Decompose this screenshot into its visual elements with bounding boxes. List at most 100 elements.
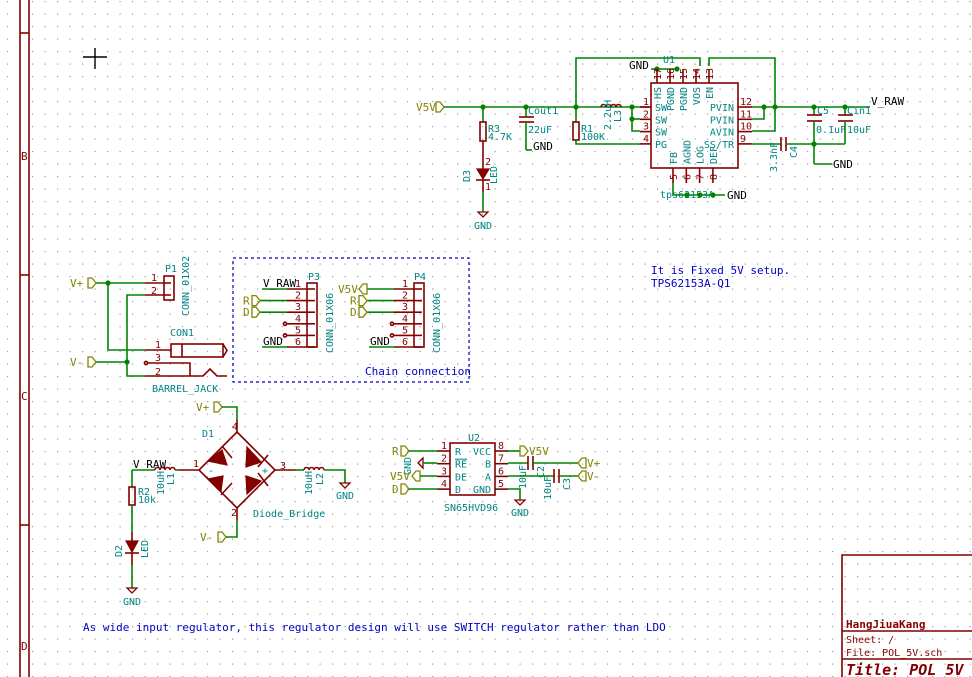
svg-text:2: 2 xyxy=(155,367,161,378)
svg-text:Cin1: Cin1 xyxy=(847,106,871,117)
svg-text:3: 3 xyxy=(155,353,161,364)
svg-text:Chain connection: Chain connection xyxy=(365,365,471,378)
pin-number: 14 xyxy=(692,68,703,80)
pin-number: 1 xyxy=(643,97,649,108)
pin-number: 9 xyxy=(740,134,746,145)
svg-text:V-: V- xyxy=(70,356,83,369)
svg-text:V-: V- xyxy=(587,470,600,483)
svg-text:D: D xyxy=(392,483,399,496)
svg-text:P4: P4 xyxy=(414,272,426,283)
note-part-number: TPS62153A-Q1 xyxy=(651,277,730,290)
pin-number: 4 xyxy=(643,134,649,145)
svg-text:D2: D2 xyxy=(114,545,125,557)
pin-name: PVIN xyxy=(710,103,734,114)
svg-text:1: 1 xyxy=(485,182,491,193)
svg-text:1: 1 xyxy=(151,273,157,284)
pin-name: D xyxy=(455,485,461,496)
svg-text:1: 1 xyxy=(193,459,199,470)
pin-number: 7 xyxy=(696,174,707,180)
pin-number: 1 xyxy=(402,279,408,290)
pin-name: HS xyxy=(653,87,664,99)
pin-name: A xyxy=(485,472,491,483)
svg-text:GND: GND xyxy=(727,189,747,202)
note-wide-input: As wide input regulator, this regulator … xyxy=(83,621,666,634)
svg-text:C3: C3 xyxy=(562,478,573,490)
svg-text:R: R xyxy=(392,445,399,458)
svg-text:2: 2 xyxy=(231,508,237,519)
global-label: D xyxy=(350,306,357,319)
svg-text:3.3nF: 3.3nF xyxy=(769,142,780,172)
svg-text:-: - xyxy=(208,466,214,477)
svg-text:D1: D1 xyxy=(202,429,214,440)
title-block-file: File: POL_5V.sch xyxy=(846,648,942,659)
pin-name: SW xyxy=(655,115,668,126)
pin-number: 4 xyxy=(441,479,447,490)
svg-text:D3: D3 xyxy=(462,170,473,182)
net-label-gnd-c5: GND xyxy=(833,158,853,171)
svg-text:V5V: V5V xyxy=(416,101,436,114)
pin-number: 8 xyxy=(709,174,720,180)
pin-name: GND xyxy=(473,485,491,496)
svg-text:SN65HVD96: SN65HVD96 xyxy=(444,503,498,514)
svg-text:10uF: 10uF xyxy=(518,465,529,489)
pin-number: 15 xyxy=(679,68,690,80)
svg-text:GND: GND xyxy=(533,140,553,153)
schematic-canvas[interactable]: B C D V5V R3 4.7K D3 LED 2 1 GND Cout1 2… xyxy=(0,0,972,677)
svg-text:CON1: CON1 xyxy=(170,328,194,339)
note-fixed-setup: It is Fixed 5V setup. xyxy=(651,264,790,277)
svg-text:4: 4 xyxy=(232,422,238,433)
title-block-sheet: Sheet: / xyxy=(846,635,894,646)
svg-text:V5V: V5V xyxy=(529,445,549,458)
pin-number: 7 xyxy=(498,454,504,465)
title-block-title: Title: POL_5V xyxy=(846,661,964,677)
pin-name: PVIN xyxy=(710,115,734,126)
pin-number: 5 xyxy=(402,325,408,336)
pin-number: 3 xyxy=(295,302,301,313)
pin-number: 2 xyxy=(402,291,408,302)
svg-text:L3: L3 xyxy=(613,110,624,122)
pin-number: 2 xyxy=(295,291,301,302)
svg-text:C4: C4 xyxy=(789,146,800,158)
svg-text:4.7K: 4.7K xyxy=(488,132,512,143)
svg-text:CONN_01X06: CONN_01X06 xyxy=(432,293,443,353)
svg-text:2: 2 xyxy=(151,286,157,297)
svg-text:P3: P3 xyxy=(308,272,320,283)
svg-text:3: 3 xyxy=(280,461,286,472)
pin-number: 4 xyxy=(402,314,408,325)
pin-number: 6 xyxy=(498,466,504,477)
pin-number: 13 xyxy=(705,68,716,80)
u1-pin-15[interactable]: 15 PGND xyxy=(679,68,690,111)
u1-pin-8[interactable]: 8 DEF xyxy=(709,146,720,183)
net-label-v-raw-out: V_RAW xyxy=(871,95,904,108)
svg-text:CONN_01X02: CONN_01X02 xyxy=(181,256,192,316)
svg-text:2: 2 xyxy=(485,157,491,168)
svg-text:V-: V- xyxy=(200,531,213,544)
svg-text:0.1uF: 0.1uF xyxy=(816,125,846,136)
pin-number: 3 xyxy=(441,466,447,477)
svg-text:V+: V+ xyxy=(587,457,601,470)
pin-name: PGND xyxy=(679,87,690,111)
pin-name: AGND xyxy=(682,140,693,164)
net-label-v-raw-bridge: V_RAW xyxy=(133,458,166,471)
svg-text:U1: U1 xyxy=(663,55,675,66)
u1-pin-7[interactable]: 7 LOG xyxy=(696,146,707,183)
border-row-b: B xyxy=(21,150,28,163)
svg-text:Cout1: Cout1 xyxy=(528,106,558,117)
pin-name: PGND xyxy=(666,87,677,111)
pin-number: 10 xyxy=(740,122,752,133)
pin-name: EN xyxy=(705,87,716,99)
u1-pin-6[interactable]: 6 AGND xyxy=(682,140,693,183)
pin-number: 2 xyxy=(441,454,447,465)
net-label: GND xyxy=(370,335,390,348)
pin-number: 6 xyxy=(402,337,408,348)
pin-number: 3 xyxy=(402,302,408,313)
svg-text:LED: LED xyxy=(140,540,151,558)
svg-text:U2: U2 xyxy=(468,433,480,444)
svg-text:Diode_Bridge: Diode_Bridge xyxy=(253,509,325,520)
svg-text:V+: V+ xyxy=(196,401,210,414)
pin-name: DE xyxy=(455,472,467,483)
svg-text:L2: L2 xyxy=(315,473,326,485)
u1-pin-16[interactable]: 16 PGND xyxy=(666,68,677,111)
net-label: GND xyxy=(263,335,283,348)
pin-name: FB xyxy=(669,152,680,164)
